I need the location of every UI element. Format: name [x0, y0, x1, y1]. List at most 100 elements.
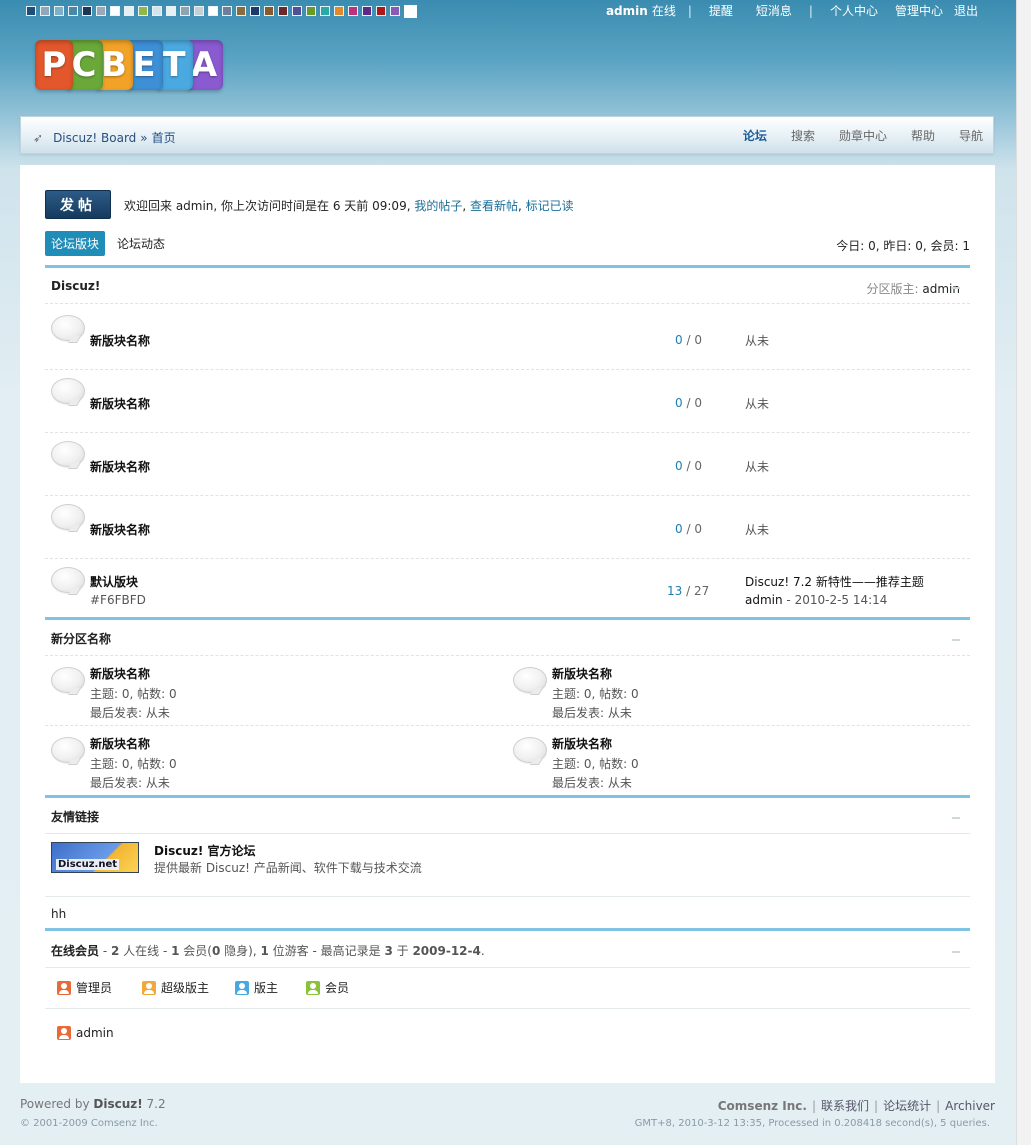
menu-medal[interactable]: 勋章中心: [839, 127, 887, 144]
forum-name[interactable]: 新版块名称: [90, 458, 150, 475]
style-swatch[interactable]: [334, 6, 344, 16]
style-swatch[interactable]: [222, 6, 232, 16]
style-swatch[interactable]: [278, 6, 288, 16]
thread-count[interactable]: 0: [675, 459, 683, 473]
forum-counts: 13 / 27: [667, 584, 710, 598]
style-swatch[interactable]: [124, 6, 134, 16]
style-swatch[interactable]: [320, 6, 330, 16]
new-post-button[interactable]: 发帖: [45, 190, 111, 219]
thread-count[interactable]: 13: [667, 584, 682, 598]
legend-item: 会员: [306, 979, 349, 996]
site-logo[interactable]: PCBETA: [35, 40, 225, 92]
text-link[interactable]: hh: [51, 907, 66, 921]
thread-count[interactable]: 0: [675, 333, 683, 347]
style-swatch[interactable]: [292, 6, 302, 16]
style-swatch[interactable]: [82, 6, 92, 16]
contact-link[interactable]: 联系我们: [821, 1099, 869, 1113]
style-swatch[interactable]: [138, 6, 148, 16]
forum-name[interactable]: 新版块名称: [552, 665, 612, 682]
link-name[interactable]: Discuz! 官方论坛: [154, 842, 256, 859]
user-name[interactable]: admin: [606, 4, 648, 18]
remind-link[interactable]: 提醒: [709, 2, 733, 19]
section-title-new[interactable]: 新分区名称: [51, 630, 111, 647]
logout-link[interactable]: 退出: [954, 2, 978, 19]
forum-name[interactable]: 新版块名称: [552, 735, 612, 752]
logo-letter: P: [35, 40, 73, 90]
style-swatch[interactable]: [376, 6, 386, 16]
online-user[interactable]: admin: [57, 1026, 114, 1040]
style-swatch[interactable]: [362, 6, 372, 16]
my-posts-link[interactable]: 我的帖子: [414, 199, 462, 213]
discuz-net-logo[interactable]: Discuz.net: [51, 842, 139, 873]
style-swatch[interactable]: [236, 6, 246, 16]
style-swatch[interactable]: [110, 6, 120, 16]
style-swatch[interactable]: [250, 6, 260, 16]
style-swatch[interactable]: [404, 5, 417, 18]
forum-bubble-icon: [51, 315, 85, 341]
style-swatch[interactable]: [166, 6, 176, 16]
admincp-link[interactable]: 管理中心: [895, 2, 943, 19]
style-swatch[interactable]: [348, 6, 358, 16]
forum-name[interactable]: 默认版块: [90, 573, 138, 590]
menu-help[interactable]: 帮助: [911, 127, 935, 144]
new-posts-link[interactable]: 查看新帖: [470, 199, 518, 213]
company-link[interactable]: Comsenz Inc.: [718, 1099, 807, 1113]
forum-name[interactable]: 新版块名称: [90, 735, 150, 752]
style-swatch[interactable]: [68, 6, 78, 16]
online-title[interactable]: 在线会员: [51, 944, 99, 958]
forum-last: 最后发表: 从未: [90, 776, 170, 790]
collapse-icon[interactable]: [952, 951, 960, 953]
mark-read-link[interactable]: 标记已读: [526, 199, 574, 213]
forum-name[interactable]: 新版块名称: [90, 332, 150, 349]
discuz-link[interactable]: Discuz!: [93, 1097, 142, 1111]
pm-link[interactable]: 短消息: [756, 2, 792, 19]
forum-name[interactable]: 新版块名称: [90, 521, 150, 538]
last-post-title[interactable]: Discuz! 7.2 新特性——推荐主题: [745, 573, 924, 590]
window-scrollbar[interactable]: [1016, 0, 1031, 1145]
post-count: 0: [694, 522, 702, 536]
user-group-icon: [142, 980, 157, 995]
menu-forum[interactable]: 论坛: [743, 127, 767, 144]
style-swatch[interactable]: [306, 6, 316, 16]
menu-nav[interactable]: 导航: [959, 127, 983, 144]
collapse-icon[interactable]: [952, 287, 960, 289]
powered-by: Powered by Discuz! 7.2: [20, 1097, 166, 1111]
breadcrumb-sep: »: [140, 130, 148, 145]
style-swatch[interactable]: [390, 6, 400, 16]
archiver-link[interactable]: Archiver: [945, 1099, 995, 1113]
collapse-icon[interactable]: [952, 639, 960, 641]
style-swatch[interactable]: [96, 6, 106, 16]
style-swatch[interactable]: [194, 6, 204, 16]
tab-activity[interactable]: 论坛动态: [117, 235, 165, 252]
breadcrumb: ➶ Discuz! Board » 首页: [33, 129, 176, 146]
forum-name[interactable]: 新版块名称: [90, 395, 150, 412]
forum-bubble-icon: [51, 567, 85, 593]
admin-user-icon: [57, 1026, 71, 1040]
forum-name[interactable]: 新版块名称: [90, 665, 150, 682]
style-swatch[interactable]: [40, 6, 50, 16]
stats-link[interactable]: 论坛统计: [883, 1099, 931, 1113]
breadcrumb-current[interactable]: 首页: [152, 129, 176, 146]
style-swatch[interactable]: [208, 6, 218, 16]
forum-last: 最后发表: 从未: [552, 776, 632, 790]
thread-count[interactable]: 0: [675, 522, 683, 536]
moderator-name[interactable]: admin: [922, 282, 960, 296]
style-swatch[interactable]: [152, 6, 162, 16]
forum-bubble-icon: [51, 378, 85, 404]
last-post-user[interactable]: admin: [745, 593, 783, 607]
section-title-discuz[interactable]: Discuz!: [51, 279, 100, 293]
ucenter-link[interactable]: 个人中心: [830, 2, 878, 19]
style-swatch[interactable]: [264, 6, 274, 16]
links-title[interactable]: 友情链接: [51, 808, 99, 825]
collapse-icon[interactable]: [952, 817, 960, 819]
menu-search[interactable]: 搜索: [791, 127, 815, 144]
breadcrumb-root[interactable]: Discuz! Board: [53, 131, 136, 145]
forum-last: 最后发表: 从未: [90, 706, 170, 720]
style-swatch[interactable]: [54, 6, 64, 16]
forum-counts: 0 / 0: [675, 396, 702, 410]
style-swatch[interactable]: [180, 6, 190, 16]
thread-count[interactable]: 0: [675, 396, 683, 410]
tab-forums[interactable]: 论坛版块: [45, 231, 106, 256]
post-count: 27: [693, 584, 710, 598]
style-swatch[interactable]: [26, 6, 36, 16]
